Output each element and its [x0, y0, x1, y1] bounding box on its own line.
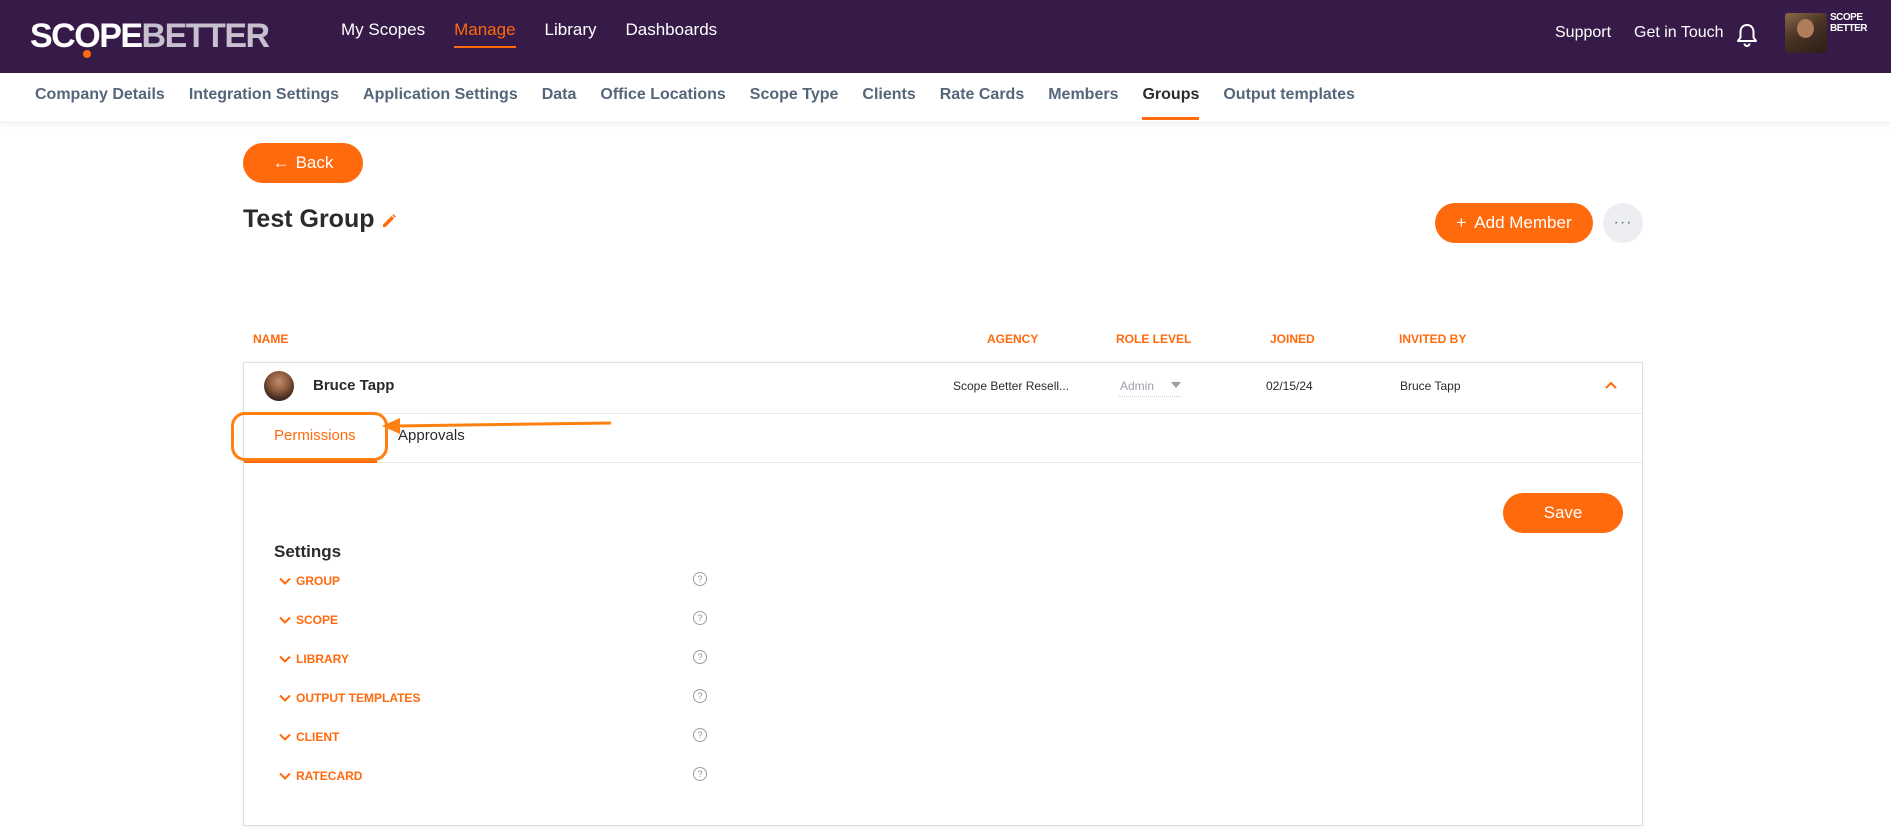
- help-circle-icon[interactable]: ?: [693, 650, 707, 664]
- pencil-icon[interactable]: [381, 213, 397, 229]
- company-logo-line1: SCOPE: [1830, 12, 1863, 23]
- permission-group-row[interactable]: RATECARD ?: [279, 767, 719, 784]
- logo-text-better: BETTER: [141, 17, 271, 55]
- permission-group-row[interactable]: OUTPUT TEMPLATES ?: [279, 689, 719, 706]
- role-level-value: Admin: [1120, 379, 1155, 393]
- arrow-left-icon: ←: [272, 153, 290, 172]
- more-options-button[interactable]: ···: [1603, 203, 1643, 243]
- get-in-touch-link[interactable]: Get in Touch: [1634, 24, 1724, 42]
- help-circle-icon[interactable]: ?: [693, 689, 707, 703]
- permission-group-row[interactable]: LIBRARY ?: [279, 650, 719, 667]
- member-agency: Scope Better Resell...: [953, 379, 1070, 393]
- save-button[interactable]: Save: [1503, 493, 1623, 533]
- add-member-label: Add Member: [1474, 213, 1572, 232]
- plus-icon: +: [1456, 213, 1467, 232]
- subnav-scope-type[interactable]: Scope Type: [750, 86, 839, 120]
- permission-group-label: GROUP: [296, 574, 341, 588]
- help-circle-icon[interactable]: ?: [693, 572, 707, 586]
- nav-manage[interactable]: Manage: [454, 20, 516, 48]
- permission-group-row[interactable]: SCOPE ?: [279, 611, 719, 628]
- add-member-button[interactable]: + Add Member: [1435, 203, 1593, 243]
- permission-group-label: RATECARD: [296, 769, 363, 783]
- annotation-arrow-icon: [382, 418, 612, 434]
- column-header-joined[interactable]: JOINED: [1270, 332, 1315, 346]
- permission-group-label: CLIENT: [296, 730, 340, 744]
- permission-group-label: LIBRARY: [296, 652, 349, 666]
- main-nav: My Scopes Manage Library Dashboards: [341, 20, 717, 48]
- member-joined-date: 02/15/24: [1266, 379, 1313, 393]
- subnav-rate-cards[interactable]: Rate Cards: [940, 86, 1024, 120]
- role-level-select[interactable]: Admin: [1119, 377, 1181, 397]
- chevron-down-icon: [279, 772, 291, 780]
- user-avatar[interactable]: [1785, 13, 1827, 53]
- permission-group-row[interactable]: CLIENT ?: [279, 728, 719, 745]
- nav-my-scopes[interactable]: My Scopes: [341, 20, 425, 48]
- subnav-members[interactable]: Members: [1048, 86, 1118, 120]
- member-name: Bruce Tapp: [313, 377, 395, 394]
- subnav-application-settings[interactable]: Application Settings: [363, 86, 518, 120]
- chevron-down-icon: [279, 733, 291, 741]
- top-bar: SCOPEBETTER My Scopes Manage Library Das…: [0, 0, 1891, 73]
- permission-group-label: OUTPUT TEMPLATES: [296, 691, 421, 705]
- logo-text-sc: SC: [30, 17, 76, 55]
- chevron-down-icon: [279, 616, 291, 624]
- column-header-role-level[interactable]: ROLE LEVEL: [1116, 332, 1191, 346]
- logo-text-pe: PE: [99, 17, 143, 55]
- column-header-name[interactable]: NAME: [253, 332, 288, 346]
- chevron-down-icon: [279, 577, 291, 585]
- subnav-data[interactable]: Data: [542, 86, 577, 120]
- caret-down-icon: [1171, 382, 1181, 388]
- subnav-groups[interactable]: Groups: [1142, 86, 1200, 120]
- manage-sub-nav: Company Details Integration Settings App…: [0, 73, 1891, 123]
- subnav-integration-settings[interactable]: Integration Settings: [189, 86, 339, 120]
- annotation-highlight-ring: [231, 412, 388, 461]
- chevron-up-icon[interactable]: [1604, 380, 1618, 390]
- company-logo-line2: BETTER: [1830, 23, 1868, 34]
- subnav-output-templates[interactable]: Output templates: [1223, 86, 1355, 120]
- column-header-agency[interactable]: AGENCY: [987, 332, 1038, 346]
- app-logo[interactable]: SCOPEBETTER: [30, 16, 271, 58]
- subnav-office-locations[interactable]: Office Locations: [600, 86, 725, 120]
- subnav-company-details[interactable]: Company Details: [35, 86, 165, 120]
- back-button[interactable]: ← Back: [243, 143, 363, 183]
- ellipsis-icon: ···: [1613, 214, 1633, 231]
- subnav-clients[interactable]: Clients: [862, 86, 915, 120]
- help-circle-icon[interactable]: ?: [693, 728, 707, 742]
- bell-icon[interactable]: [1735, 22, 1759, 48]
- permission-group-label: SCOPE: [296, 613, 339, 627]
- member-avatar: [264, 371, 294, 401]
- support-link[interactable]: Support: [1555, 24, 1611, 42]
- page-title: Test Group: [243, 205, 375, 233]
- nav-dashboards[interactable]: Dashboards: [626, 20, 718, 48]
- help-circle-icon[interactable]: ?: [693, 767, 707, 781]
- settings-heading: Settings: [274, 542, 342, 561]
- column-header-invited-by[interactable]: INVITED BY: [1399, 332, 1466, 346]
- member-invited-by: Bruce Tapp: [1400, 379, 1461, 393]
- help-circle-icon[interactable]: ?: [693, 611, 707, 625]
- nav-library[interactable]: Library: [545, 20, 597, 48]
- chevron-down-icon: [279, 655, 291, 663]
- permission-group-row[interactable]: GROUP ?: [279, 572, 719, 589]
- back-button-label: Back: [295, 153, 334, 172]
- company-logo: SCOPE BETTER: [1830, 12, 1870, 38]
- chevron-down-icon: [279, 694, 291, 702]
- logo-text-o: O: [74, 17, 101, 58]
